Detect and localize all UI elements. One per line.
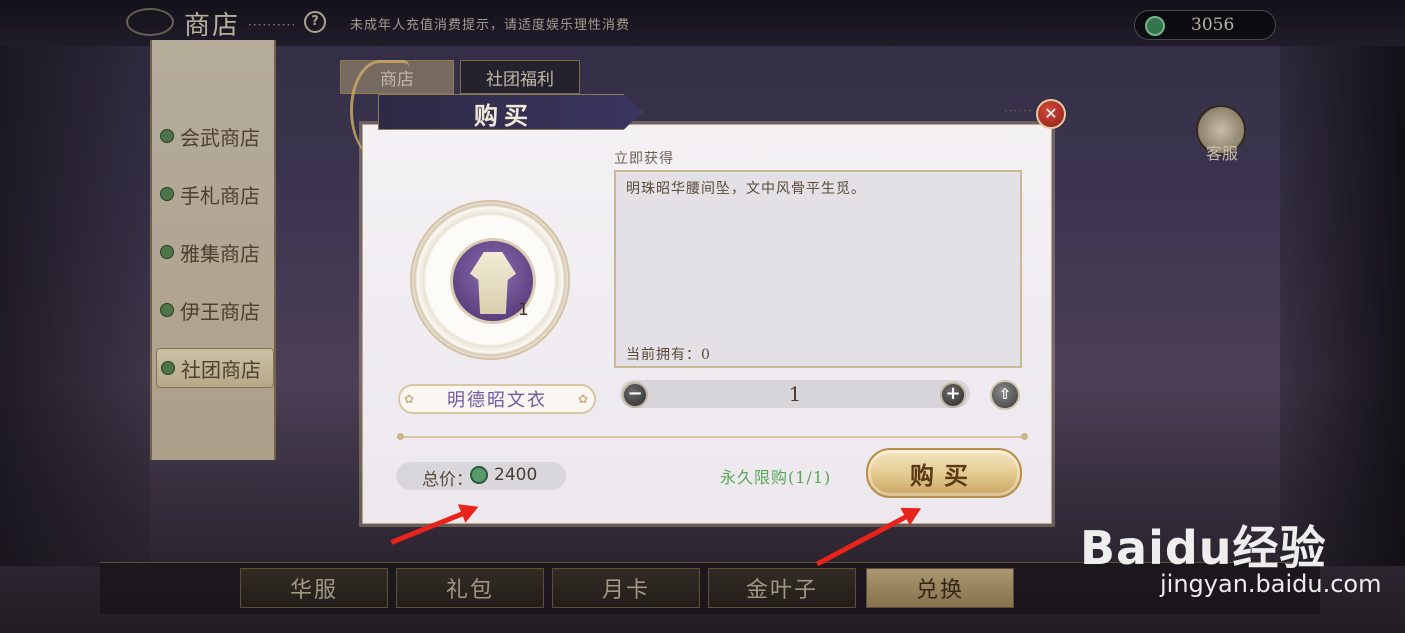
header-dots: ······ <box>1004 104 1033 118</box>
max-quantity-button[interactable]: ⇧ <box>990 380 1020 410</box>
increment-button[interactable]: + <box>940 382 966 408</box>
quantity-value: 1 <box>788 382 802 406</box>
jade-coin-icon <box>470 466 488 484</box>
divider-knob <box>1021 433 1028 440</box>
description-box <box>614 170 1022 368</box>
owned-count: 当前拥有：0 <box>626 347 711 363</box>
divider-knob <box>397 433 404 440</box>
item-description: 明珠昭华腰间坠，文中风骨平生觅。 <box>626 181 866 197</box>
total-price-label: 总价： <box>422 470 473 490</box>
close-button[interactable]: ✕ <box>1036 99 1066 129</box>
decrement-button[interactable]: − <box>622 382 648 408</box>
divider <box>400 436 1026 438</box>
item-name-label: 明德昭文衣 <box>447 390 547 411</box>
buy-button-label: 购买 <box>910 460 978 490</box>
buy-button[interactable]: 购买 <box>866 448 1022 498</box>
plate-ornament-icon: ✿ <box>404 392 415 406</box>
item-count: 1 <box>518 300 529 320</box>
baidu-watermark-url: jingyan.baidu.com <box>1160 570 1382 598</box>
plate-ornament-icon: ✿ <box>578 392 589 406</box>
purchase-limit: 永久限购(1/1) <box>720 468 832 487</box>
total-price-value: 2400 <box>494 465 538 485</box>
baidu-watermark-logo: Baidu经验 <box>1080 521 1327 575</box>
section-label: 立即获得 <box>614 151 674 167</box>
dialog-title: 购买 <box>474 101 534 130</box>
item-name: 明德昭文衣 <box>398 384 596 414</box>
